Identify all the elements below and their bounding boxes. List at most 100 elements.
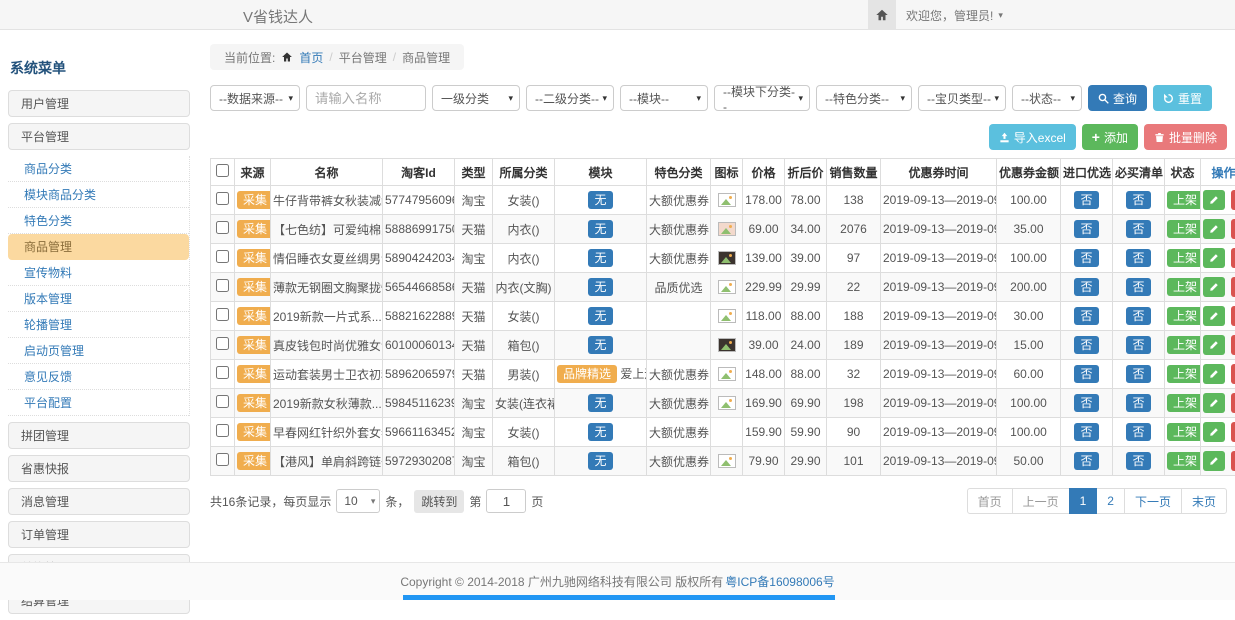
imported-toggle[interactable]: 否 — [1074, 191, 1098, 209]
row-checkbox[interactable] — [216, 424, 229, 437]
page-button[interactable]: 1 — [1069, 488, 1098, 514]
page-button[interactable]: 末页 — [1181, 488, 1227, 514]
submenu-item[interactable]: 商品管理 — [8, 234, 189, 260]
submenu-item[interactable]: 轮播管理 — [8, 312, 189, 338]
submenu-item[interactable]: 模块商品分类 — [8, 182, 189, 208]
data-source-select[interactable]: --数据来源-- ▾ — [210, 85, 300, 111]
imported-toggle[interactable]: 否 — [1074, 249, 1098, 267]
search-button[interactable]: 查询 — [1088, 85, 1147, 111]
sidebar-panel[interactable]: 消息管理 — [8, 488, 190, 515]
status-badge[interactable]: 上架 — [1167, 249, 1201, 267]
edit-button[interactable] — [1203, 335, 1225, 355]
edit-button[interactable] — [1203, 277, 1225, 297]
page-button[interactable]: 上一页 — [1012, 488, 1070, 514]
feature-select[interactable]: --特色分类-- ▾ — [816, 85, 912, 111]
icp-link[interactable]: 粤ICP备16098006号 — [725, 573, 834, 590]
row-checkbox[interactable] — [216, 308, 229, 321]
imported-toggle[interactable]: 否 — [1074, 394, 1098, 412]
edit-button[interactable] — [1203, 422, 1225, 442]
status-badge[interactable]: 上架 — [1167, 336, 1201, 354]
batch-delete-button[interactable]: 批量删除 — [1144, 124, 1227, 150]
status-badge[interactable]: 上架 — [1167, 394, 1201, 412]
submenu-item[interactable]: 宣传物料 — [8, 260, 189, 286]
submenu-item[interactable]: 特色分类 — [8, 208, 189, 234]
home-button[interactable] — [868, 0, 896, 30]
imported-toggle[interactable]: 否 — [1074, 365, 1098, 383]
edit-button[interactable] — [1203, 393, 1225, 413]
status-badge[interactable]: 上架 — [1167, 423, 1201, 441]
sidebar-panel[interactable]: 用户管理 — [8, 90, 190, 117]
name-search-input[interactable] — [306, 85, 426, 111]
must-buy-toggle[interactable]: 否 — [1126, 394, 1150, 412]
item-type-select[interactable]: --宝贝类型-- ▾ — [918, 85, 1006, 111]
module-select[interactable]: --模块-- ▾ — [620, 85, 708, 111]
imported-toggle[interactable]: 否 — [1074, 336, 1098, 354]
edit-button[interactable] — [1203, 248, 1225, 268]
user-menu[interactable]: 欢迎您，管理员! ▾ — [906, 0, 1003, 30]
row-checkbox[interactable] — [216, 250, 229, 263]
per-page-select[interactable]: 10 ▾ — [336, 489, 380, 513]
row-checkbox[interactable] — [216, 192, 229, 205]
must-buy-toggle[interactable]: 否 — [1126, 220, 1150, 238]
must-buy-toggle[interactable]: 否 — [1126, 249, 1150, 267]
add-button[interactable]: + 添加 — [1082, 124, 1138, 150]
submenu-item[interactable]: 启动页管理 — [8, 338, 189, 364]
sidebar-panel[interactable]: 平台管理 — [8, 123, 190, 150]
delete-button[interactable] — [1231, 219, 1235, 239]
submenu-item[interactable]: 平台配置 — [8, 390, 189, 416]
row-checkbox[interactable] — [216, 366, 229, 379]
delete-button[interactable] — [1231, 190, 1235, 210]
horizontal-scrollbar-thumb[interactable] — [403, 595, 835, 600]
must-buy-toggle[interactable]: 否 — [1126, 452, 1150, 470]
imported-toggle[interactable]: 否 — [1074, 220, 1098, 238]
select-all-checkbox[interactable] — [216, 164, 229, 177]
delete-button[interactable] — [1231, 335, 1235, 355]
delete-button[interactable] — [1231, 306, 1235, 326]
delete-button[interactable] — [1231, 248, 1235, 268]
submenu-item[interactable]: 意见反馈 — [8, 364, 189, 390]
jump-to-button[interactable]: 跳转到 — [414, 490, 464, 513]
status-select[interactable]: --状态-- ▾ — [1012, 85, 1082, 111]
page-number-input[interactable] — [486, 489, 526, 513]
imported-toggle[interactable]: 否 — [1074, 423, 1098, 441]
status-badge[interactable]: 上架 — [1167, 452, 1201, 470]
row-checkbox[interactable] — [216, 279, 229, 292]
status-badge[interactable]: 上架 — [1167, 307, 1201, 325]
submenu-item[interactable]: 商品分类 — [8, 156, 189, 182]
row-checkbox[interactable] — [216, 221, 229, 234]
status-badge[interactable]: 上架 — [1167, 220, 1201, 238]
page-button[interactable]: 首页 — [967, 488, 1013, 514]
imported-toggle[interactable]: 否 — [1074, 307, 1098, 325]
row-checkbox[interactable] — [216, 395, 229, 408]
sidebar-panel[interactable]: 拼团管理 — [8, 422, 190, 449]
must-buy-toggle[interactable]: 否 — [1126, 336, 1150, 354]
edit-button[interactable] — [1203, 451, 1225, 471]
import-excel-button[interactable]: 导入excel — [989, 124, 1076, 150]
status-badge[interactable]: 上架 — [1167, 191, 1201, 209]
breadcrumb-home-link[interactable]: 首页 — [299, 49, 323, 66]
row-checkbox[interactable] — [216, 453, 229, 466]
edit-button[interactable] — [1203, 306, 1225, 326]
delete-button[interactable] — [1231, 451, 1235, 471]
page-button[interactable]: 下一页 — [1124, 488, 1182, 514]
must-buy-toggle[interactable]: 否 — [1126, 191, 1150, 209]
status-badge[interactable]: 上架 — [1167, 365, 1201, 383]
must-buy-toggle[interactable]: 否 — [1126, 307, 1150, 325]
delete-button[interactable] — [1231, 422, 1235, 442]
imported-toggle[interactable]: 否 — [1074, 452, 1098, 470]
delete-button[interactable] — [1231, 393, 1235, 413]
reset-button[interactable]: 重置 — [1153, 85, 1212, 111]
category2-select[interactable]: --二级分类-- ▾ — [526, 85, 614, 111]
status-badge[interactable]: 上架 — [1167, 278, 1201, 296]
edit-button[interactable] — [1203, 190, 1225, 210]
module-sub-select[interactable]: --模块下分类-- ▾ — [714, 85, 810, 111]
must-buy-toggle[interactable]: 否 — [1126, 365, 1150, 383]
page-button[interactable]: 2 — [1096, 488, 1125, 514]
delete-button[interactable] — [1231, 277, 1235, 297]
edit-button[interactable] — [1203, 364, 1225, 384]
must-buy-toggle[interactable]: 否 — [1126, 423, 1150, 441]
sidebar-panel[interactable]: 订单管理 — [8, 521, 190, 548]
edit-button[interactable] — [1203, 219, 1225, 239]
delete-button[interactable] — [1231, 364, 1235, 384]
imported-toggle[interactable]: 否 — [1074, 278, 1098, 296]
